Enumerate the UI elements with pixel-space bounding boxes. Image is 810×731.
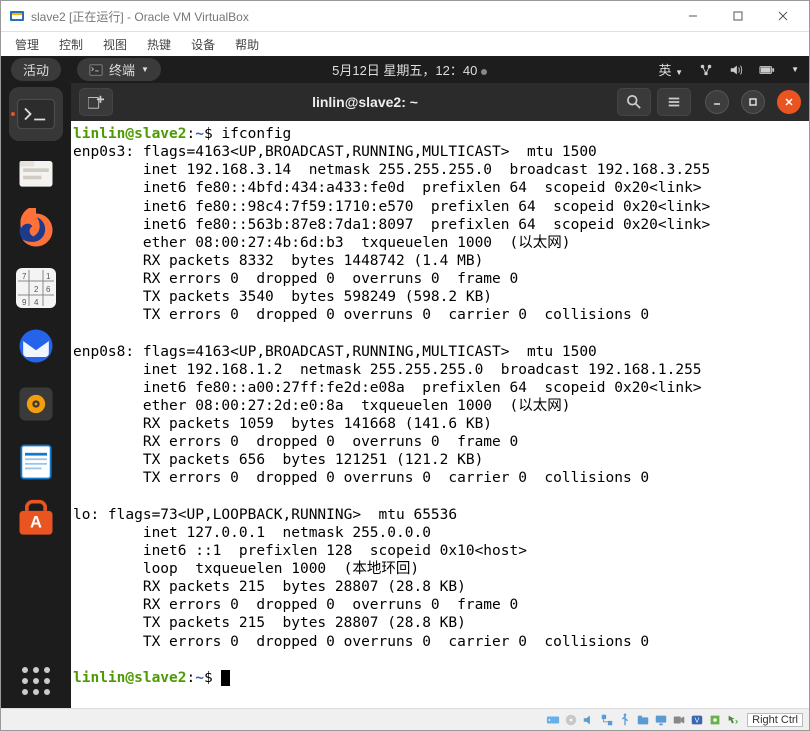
chevron-down-icon: ▼ xyxy=(141,65,149,74)
svg-text:A: A xyxy=(30,513,42,531)
menu-help[interactable]: 帮助 xyxy=(227,34,267,55)
prompt-path: ~ xyxy=(195,670,204,686)
dock-item-files[interactable] xyxy=(9,145,63,199)
terminal-body[interactable]: linlin@slave2:~$ ifconfig enp0s3: flags=… xyxy=(71,121,809,708)
terminal-title: linlin@slave2: ~ xyxy=(119,94,611,110)
clock[interactable]: 5月12日 星期五，12：40 xyxy=(161,60,659,79)
dock-item-sudoku[interactable]: 7 126 94 xyxy=(9,261,63,315)
maximize-button[interactable] xyxy=(715,2,760,31)
command-text: ifconfig xyxy=(221,126,291,142)
prompt-user: linlin@slave2 xyxy=(73,670,187,686)
close-button[interactable] xyxy=(760,2,805,31)
command-output: enp0s3: flags=4163<UP,BROADCAST,RUNNING,… xyxy=(73,144,710,649)
status-shared-folders-icon[interactable] xyxy=(635,712,651,728)
network-icon[interactable] xyxy=(699,63,713,77)
prompt-path: ~ xyxy=(195,126,204,142)
search-icon xyxy=(627,95,641,109)
terminal-window: linlin@slave2: ~ linlin@slave2:~$ ifconf… xyxy=(71,83,809,708)
svg-text:2: 2 xyxy=(34,285,39,294)
terminal-new-tab-button[interactable] xyxy=(79,88,113,116)
current-app-label: 终端 xyxy=(109,60,135,79)
system-menu-chevron-icon[interactable]: ▼ xyxy=(791,65,799,74)
hamburger-icon xyxy=(667,95,681,109)
menu-manage[interactable]: 管理 xyxy=(7,34,47,55)
terminal-maximize-button[interactable] xyxy=(741,90,765,114)
status-display-icon[interactable] xyxy=(653,712,669,728)
ubuntu-dock: 7 126 94 A xyxy=(1,83,71,708)
volume-icon[interactable] xyxy=(729,63,743,77)
terminal-headerbar[interactable]: linlin@slave2: ~ xyxy=(71,83,809,121)
status-audio-icon[interactable] xyxy=(581,712,597,728)
dock-item-terminal[interactable] xyxy=(9,87,63,141)
terminal-minimize-button[interactable] xyxy=(705,90,729,114)
terminal-menu-button[interactable] xyxy=(657,88,691,116)
terminal-icon xyxy=(89,63,103,77)
host-key-indicator[interactable]: Right Ctrl xyxy=(747,713,803,727)
virtualbox-window: slave2 [正在运行] - Oracle VM VirtualBox 管理 … xyxy=(0,0,810,731)
dock-item-firefox[interactable] xyxy=(9,203,63,257)
menu-hotkeys[interactable]: 热键 xyxy=(139,34,179,55)
ubuntu-topbar: 活动 终端 ▼ 5月12日 星期五，12：40 英 ▼ ▼ xyxy=(1,56,809,83)
activities-button[interactable]: 活动 xyxy=(11,58,61,81)
dock-item-thunderbird[interactable] xyxy=(9,319,63,373)
status-cpu-icon[interactable] xyxy=(707,712,723,728)
prompt-user: linlin@slave2 xyxy=(73,126,187,142)
svg-text:7: 7 xyxy=(22,272,27,281)
vbox-statusbar: V Right Ctrl xyxy=(1,708,809,730)
svg-text:6: 6 xyxy=(46,285,51,294)
status-mouse-integration-icon[interactable] xyxy=(725,712,741,728)
menu-view[interactable]: 视图 xyxy=(95,34,135,55)
status-recording-icon[interactable] xyxy=(671,712,687,728)
svg-text:9: 9 xyxy=(22,298,27,307)
vbox-title: slave2 [正在运行] - Oracle VM VirtualBox xyxy=(31,8,670,25)
dock-item-software[interactable]: A xyxy=(9,493,63,547)
menu-control[interactable]: 控制 xyxy=(51,34,91,55)
dock-item-rhythmbox[interactable] xyxy=(9,377,63,431)
status-vrde-icon[interactable]: V xyxy=(689,712,705,728)
svg-text:4: 4 xyxy=(34,298,39,307)
svg-text:1: 1 xyxy=(46,272,51,281)
status-network-icon[interactable] xyxy=(599,712,615,728)
app-grid-icon xyxy=(22,667,50,695)
menu-devices[interactable]: 设备 xyxy=(183,34,223,55)
vbox-titlebar[interactable]: slave2 [正在运行] - Oracle VM VirtualBox xyxy=(1,1,809,32)
status-harddisk-icon[interactable] xyxy=(545,712,561,728)
dock-item-app-grid[interactable] xyxy=(9,654,63,708)
input-method-indicator[interactable]: 英 ▼ xyxy=(659,60,684,79)
battery-icon[interactable] xyxy=(759,63,775,77)
guest-screen: 活动 终端 ▼ 5月12日 星期五，12：40 英 ▼ ▼ xyxy=(1,56,809,708)
terminal-search-button[interactable] xyxy=(617,88,651,116)
cursor xyxy=(221,670,230,686)
status-usb-icon[interactable] xyxy=(617,712,633,728)
status-optical-icon[interactable] xyxy=(563,712,579,728)
terminal-close-button[interactable] xyxy=(777,90,801,114)
notification-dot-icon xyxy=(481,69,487,75)
vbox-menubar: 管理 控制 视图 热键 设备 帮助 xyxy=(1,32,809,56)
dock-item-libreoffice-writer[interactable] xyxy=(9,435,63,489)
svg-text:V: V xyxy=(695,717,700,724)
current-app-indicator[interactable]: 终端 ▼ xyxy=(77,58,161,81)
virtualbox-icon xyxy=(9,8,25,24)
minimize-button[interactable] xyxy=(670,2,715,31)
